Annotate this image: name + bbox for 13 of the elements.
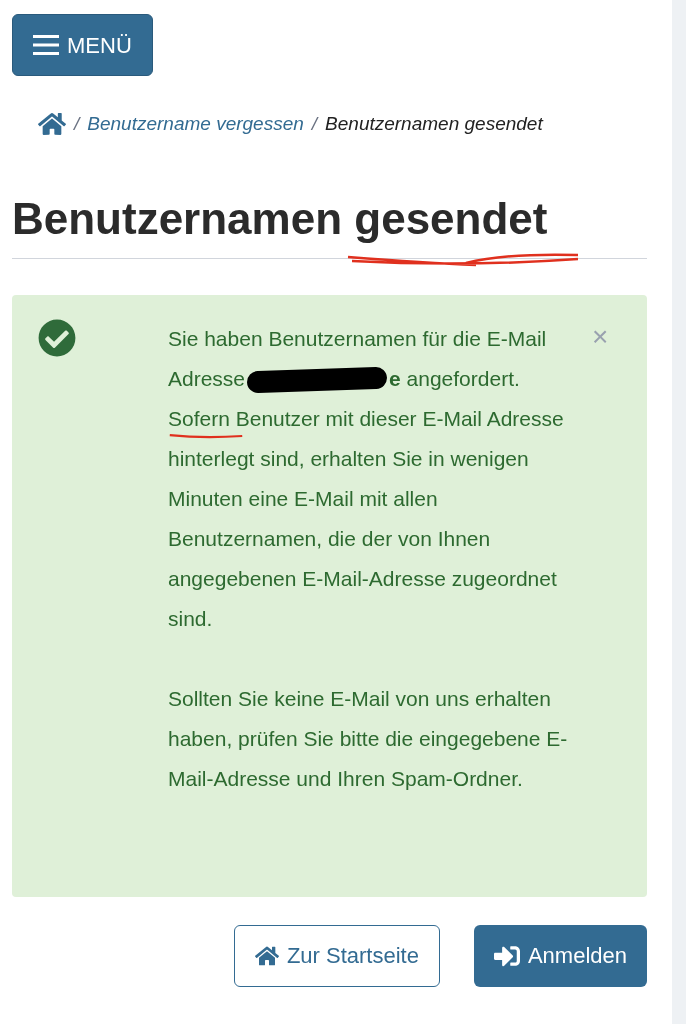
breadcrumb-separator: / (311, 112, 318, 136)
home-button[interactable]: Zur Startseite (233, 924, 440, 987)
login-button[interactable]: Anmelden (473, 924, 647, 987)
menu-icon (33, 35, 59, 55)
breadcrumb-separator: / (74, 112, 80, 136)
breadcrumb-current: Benutzernamen gesendet (325, 112, 543, 136)
breadcrumb-link[interactable]: Benutzername vergessen (87, 110, 304, 139)
alert-message: Sollten Sie keine E-Mail von uns erhalten haben, prüfen Sie bitte die eingegebene E-Mail-Adresse und Ihren Spam-Ordner. (168, 685, 568, 792)
menu-button[interactable]: MENÜ (12, 14, 153, 76)
home-icon (254, 944, 279, 967)
page-heading: Benutzernamen gesendet (12, 192, 549, 245)
alert-message: Sie haben Benutzernamen für die E-Mail Adresse e angefordert. Sofern Benutzer mit dieser E-Mail Adresse hinterlegt sind, erhalten Sie in wenigen Minuten eine E-Mail mit allen Benutzernamen, die der von Ihnen angegebenen E-Mail-Adresse zugeordnet sind. (168, 325, 565, 632)
home-icon[interactable] (38, 111, 66, 138)
